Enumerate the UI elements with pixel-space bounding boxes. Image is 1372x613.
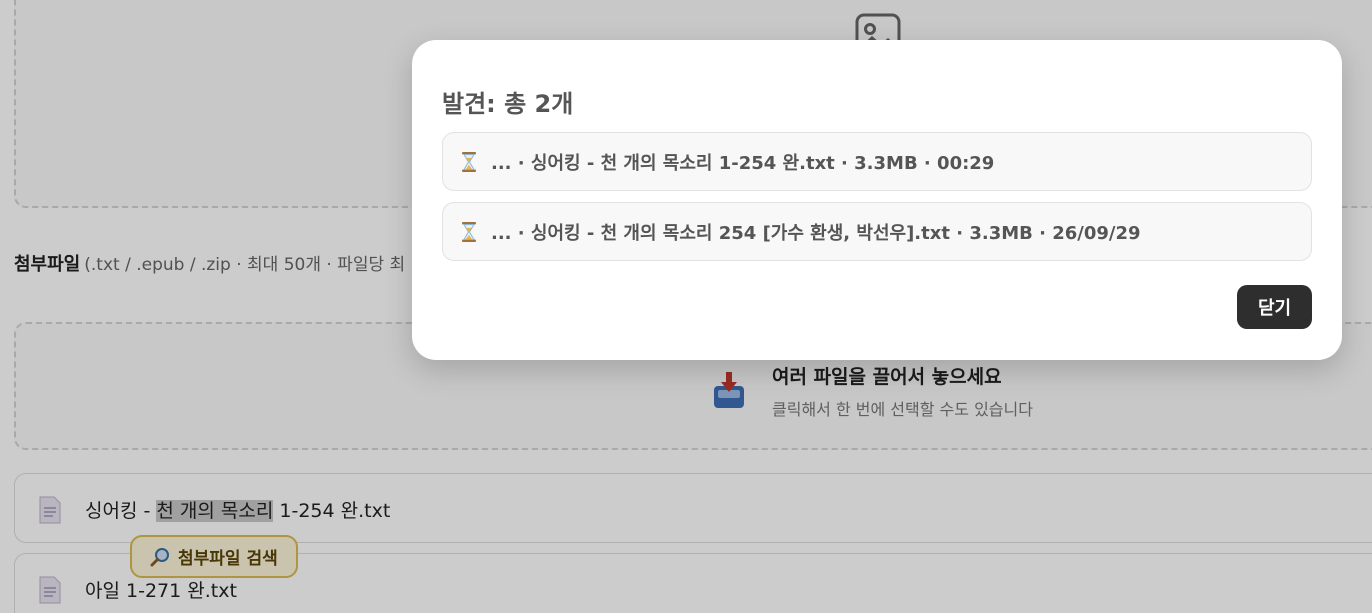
result-item[interactable]: ... · 싱어킹 - 천 개의 목소리 1-254 완.txt · 3.3MB… — [442, 132, 1312, 191]
close-button[interactable]: 닫기 — [1237, 285, 1312, 329]
result-text: ... · 싱어킹 - 천 개의 목소리 1-254 완.txt · 3.3MB… — [491, 152, 995, 174]
hourglass-icon — [462, 221, 476, 242]
results-dialog: 발견: 총 2개 ... · 싱어킹 - 천 개의 목소리 1-254 완.tx… — [412, 40, 1342, 360]
result-item[interactable]: ... · 싱어킹 - 천 개의 목소리 254 [가수 환생, 박선우].tx… — [442, 202, 1312, 261]
dialog-title: 발견: 총 2개 — [442, 90, 574, 118]
hourglass-icon — [462, 151, 476, 172]
result-text: ... · 싱어킹 - 천 개의 목소리 254 [가수 환생, 박선우].tx… — [491, 222, 1141, 244]
page: 첨부파일 (.txt / .epub / .zip · 최대 50개 · 파일당 … — [0, 0, 1372, 613]
